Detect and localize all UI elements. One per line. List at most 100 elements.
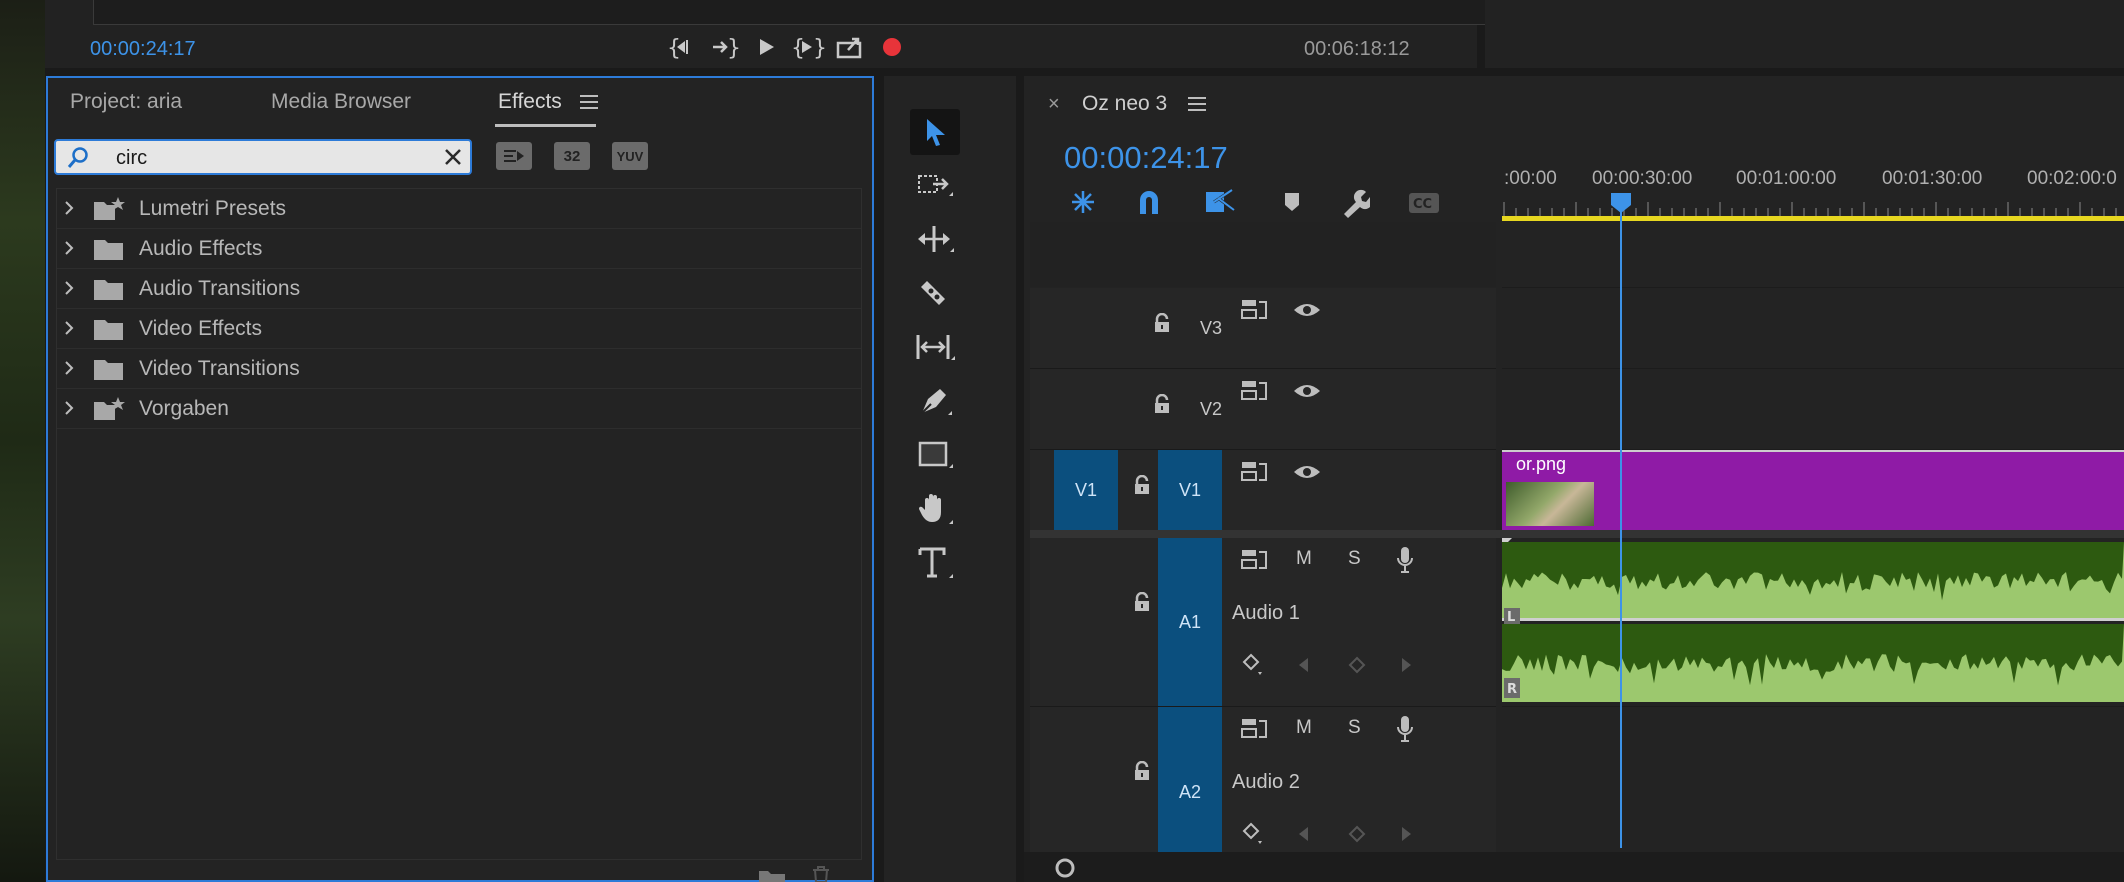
time-ruler[interactable] — [1502, 202, 2124, 216]
keyframe-options-icon[interactable] — [1242, 821, 1266, 845]
sequence-menu-icon[interactable] — [1188, 96, 1206, 112]
sync-lock-icon[interactable] — [1240, 460, 1268, 482]
track-header-v3: V3 — [1030, 288, 1496, 369]
chevron-right-icon[interactable] — [63, 239, 75, 257]
add-keyframe-icon[interactable] — [1348, 825, 1366, 843]
linked-selection-icon[interactable] — [1204, 188, 1236, 216]
source-patch-v1[interactable]: V1 — [1054, 450, 1118, 530]
tree-item-label: Audio Effects — [139, 237, 263, 260]
sync-lock-icon[interactable] — [1240, 717, 1268, 739]
add-marker-icon[interactable] — [1282, 190, 1302, 214]
pen-tool-icon[interactable] — [910, 378, 960, 424]
rectangle-tool-icon[interactable] — [910, 432, 960, 478]
razor-tool-icon[interactable] — [910, 270, 960, 316]
track-area-v2[interactable] — [1502, 369, 2124, 450]
delete-icon[interactable] — [810, 866, 832, 882]
previous-keyframe-icon[interactable] — [1296, 825, 1310, 843]
lock-icon[interactable] — [1154, 313, 1170, 333]
sequence-tab[interactable]: Oz neo 3 — [1082, 92, 1167, 116]
play-in-to-out-icon[interactable]: {} — [791, 30, 825, 64]
tree-item-vorgaben[interactable]: Vorgaben — [57, 389, 861, 429]
chevron-right-icon[interactable] — [63, 399, 75, 417]
chevron-right-icon[interactable] — [63, 279, 75, 297]
lock-icon[interactable] — [1154, 394, 1170, 414]
ripple-edit-tool-icon[interactable] — [910, 216, 960, 262]
mute-button[interactable]: M — [1296, 717, 1312, 739]
next-keyframe-icon[interactable] — [1400, 656, 1414, 674]
yuv-filter-icon[interactable]: YUV — [612, 142, 648, 170]
mute-button[interactable]: M — [1296, 548, 1312, 570]
play-icon[interactable] — [749, 30, 783, 64]
zoom-handle-icon[interactable] — [1054, 857, 1076, 879]
type-tool-icon[interactable] — [910, 540, 960, 586]
folder-icon — [94, 240, 123, 260]
chevron-right-icon[interactable] — [63, 199, 75, 217]
nest-icon[interactable] — [1068, 188, 1098, 216]
timeline-scrollbar[interactable] — [1024, 852, 2124, 882]
snap-icon[interactable] — [1136, 188, 1162, 216]
add-keyframe-icon[interactable] — [1348, 656, 1366, 674]
track-area-v3[interactable] — [1502, 288, 2124, 369]
microphone-icon[interactable] — [1396, 546, 1414, 574]
playhead-handle-icon[interactable] — [1609, 193, 1633, 213]
tree-item-audio-transitions[interactable]: Audio Transitions — [57, 269, 861, 309]
search-input[interactable]: circ — [54, 139, 472, 175]
track-target-v1[interactable]: V1 — [1158, 450, 1222, 530]
solo-button[interactable]: S — [1348, 548, 1361, 570]
previous-keyframe-icon[interactable] — [1296, 656, 1310, 674]
lock-icon[interactable] — [1134, 592, 1150, 612]
tab-project[interactable]: Project: aria — [70, 90, 182, 114]
search-icon — [66, 146, 90, 170]
captions-icon[interactable]: CC — [1408, 192, 1440, 214]
svg-text:}: } — [727, 36, 739, 60]
new-bin-icon[interactable] — [758, 868, 786, 882]
record-icon[interactable] — [875, 30, 909, 64]
eye-icon[interactable] — [1292, 300, 1322, 320]
track-header-spacer — [1030, 222, 1496, 287]
sync-lock-icon[interactable] — [1240, 548, 1268, 570]
tab-media-browser[interactable]: Media Browser — [271, 90, 411, 114]
keyframe-options-icon[interactable] — [1242, 652, 1266, 676]
next-keyframe-icon[interactable] — [1400, 825, 1414, 843]
video-audio-divider[interactable] — [1030, 530, 2124, 538]
work-area-bar[interactable] — [1502, 216, 2124, 221]
lock-icon[interactable] — [1134, 475, 1150, 495]
chevron-right-icon[interactable] — [63, 319, 75, 337]
tree-item-audio-effects[interactable]: Audio Effects — [57, 229, 861, 269]
eye-icon[interactable] — [1292, 381, 1322, 401]
wrench-icon[interactable] — [1340, 188, 1370, 218]
32-bit-filter-icon[interactable]: 32 — [554, 142, 590, 170]
go-to-in-icon[interactable]: { — [665, 30, 699, 64]
solo-button[interactable]: S — [1348, 717, 1361, 739]
video-clip[interactable]: or.png — [1502, 450, 2124, 530]
playhead-timecode[interactable]: 00:00:24:17 — [90, 38, 196, 61]
audio-waveform[interactable]: L R — [1502, 538, 2124, 706]
clear-search-icon[interactable] — [444, 148, 462, 166]
tree-item-video-transitions[interactable]: Video Transitions — [57, 349, 861, 389]
step-forward-icon[interactable]: } — [707, 30, 741, 64]
sync-lock-icon[interactable] — [1240, 379, 1268, 401]
tree-item-video-effects[interactable]: Video Effects — [57, 309, 861, 349]
slip-tool-icon[interactable] — [910, 324, 960, 370]
monitor-scrub-strip[interactable] — [93, 0, 1509, 25]
accelerated-effects-filter-icon[interactable] — [496, 142, 532, 170]
panel-menu-icon[interactable] — [580, 94, 598, 110]
track-name[interactable]: Audio 1 — [1232, 602, 1300, 625]
selection-tool-icon[interactable] — [910, 109, 960, 155]
hand-tool-icon[interactable] — [910, 486, 960, 532]
eye-icon[interactable] — [1292, 462, 1322, 482]
sync-lock-icon[interactable] — [1240, 298, 1268, 320]
tree-item-lumetri-presets[interactable]: Lumetri Presets — [57, 189, 861, 229]
track-area-a1[interactable]: L R — [1502, 538, 2124, 707]
track-name[interactable]: Audio 2 — [1232, 771, 1300, 794]
sequence-timecode[interactable]: 00:00:24:17 — [1064, 140, 1228, 176]
close-icon[interactable]: × — [1048, 93, 1060, 116]
chevron-right-icon[interactable] — [63, 359, 75, 377]
tab-effects[interactable]: Effects — [498, 90, 562, 114]
microphone-icon[interactable] — [1396, 715, 1414, 743]
track-select-tool-icon[interactable] — [910, 162, 960, 208]
export-frame-icon[interactable] — [833, 30, 867, 64]
lock-icon[interactable] — [1134, 761, 1150, 781]
track-target-a1[interactable]: A1 — [1158, 538, 1222, 706]
playhead[interactable] — [1620, 203, 1622, 848]
